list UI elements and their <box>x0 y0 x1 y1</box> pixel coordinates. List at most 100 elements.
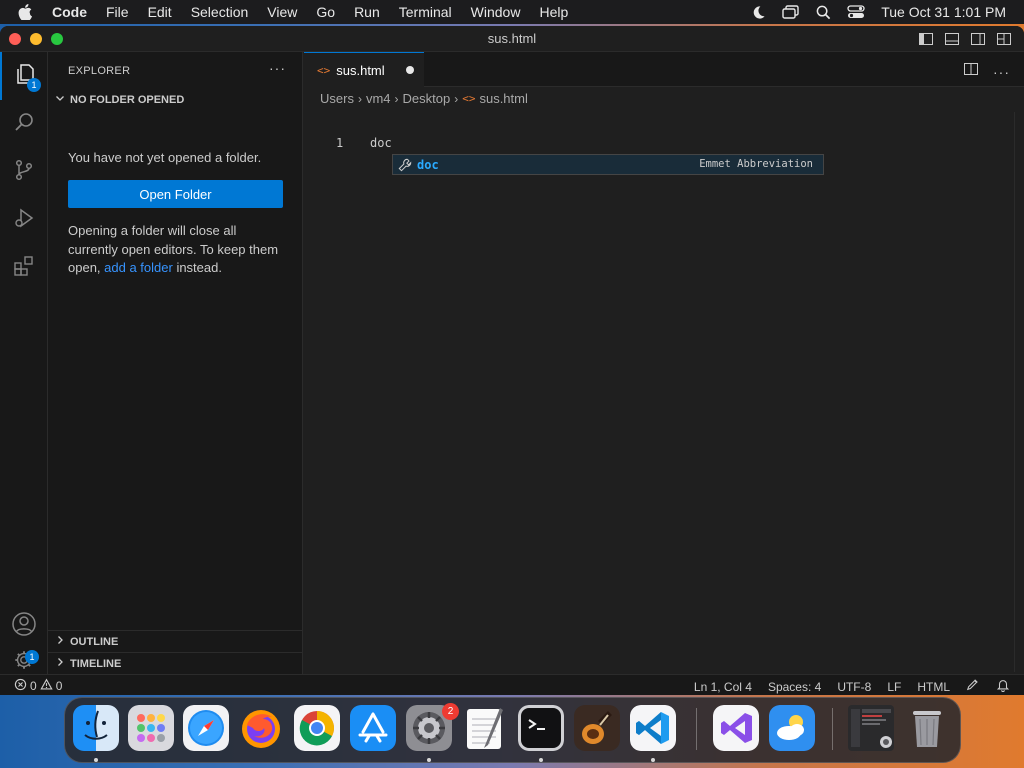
activity-accounts[interactable] <box>0 602 48 650</box>
suggestion-label[interactable]: doc <box>417 158 439 172</box>
split-editor-icon[interactable] <box>963 61 979 82</box>
run-debug-icon <box>12 206 36 235</box>
chevron-down-icon <box>54 92 66 107</box>
menu-run[interactable]: Run <box>354 4 380 20</box>
menu-window[interactable]: Window <box>471 4 521 20</box>
app-store-app-icon[interactable] <box>350 705 396 751</box>
menu-app-code[interactable]: Code <box>52 4 87 20</box>
textedit-app-icon[interactable] <box>462 705 508 751</box>
screen-mirroring-icon[interactable] <box>782 5 800 19</box>
toggle-secondary-sidebar-icon[interactable] <box>970 31 986 47</box>
code-line[interactable]: doc <box>370 136 392 150</box>
editor-vertical-scrollbar[interactable] <box>1014 112 1024 672</box>
suggest-widget[interactable]: doc Emmet Abbreviation <box>392 154 824 175</box>
dock-separator <box>696 708 697 750</box>
apple-menu-icon[interactable] <box>18 4 34 20</box>
control-center-icon[interactable] <box>847 5 865 19</box>
account-icon <box>11 611 37 642</box>
folder-hint-after: instead. <box>172 260 222 275</box>
breadcrumb: Users › vm4 › Desktop › <> sus.html <box>320 91 528 106</box>
unsaved-dot-icon[interactable] <box>406 66 414 74</box>
error-count: 0 <box>30 679 37 693</box>
add-folder-link[interactable]: add a folder <box>104 260 173 275</box>
focus-moon-icon[interactable] <box>751 5 766 20</box>
firefox-app-icon[interactable] <box>238 705 284 751</box>
indentation[interactable]: Spaces: 4 <box>768 680 821 694</box>
notifications-bell-icon[interactable] <box>996 678 1010 695</box>
open-folder-button[interactable]: Open Folder <box>68 180 283 208</box>
terminal-app-icon[interactable] <box>518 705 564 751</box>
problems-status[interactable]: 0 0 <box>14 678 62 694</box>
chevron-right-icon: › <box>394 91 399 106</box>
activity-explorer[interactable]: 1 <box>0 52 48 100</box>
menu-go[interactable]: Go <box>316 4 335 20</box>
toggle-primary-sidebar-icon[interactable] <box>918 31 934 47</box>
explorer-badge: 1 <box>27 78 41 92</box>
minimize-window-button[interactable] <box>30 33 42 45</box>
no-folder-message: You have not yet opened a folder. <box>68 150 262 165</box>
html-file-icon: <> <box>317 63 331 77</box>
visual-studio-app-icon[interactable] <box>713 705 759 751</box>
menu-file[interactable]: File <box>106 4 129 20</box>
launchpad-app-icon[interactable] <box>128 705 174 751</box>
html-file-icon: <> <box>462 92 476 105</box>
suggestion-detail: Emmet Abbreviation <box>699 158 813 170</box>
toggle-panel-icon[interactable] <box>944 31 960 47</box>
activity-source-control[interactable] <box>0 148 48 196</box>
encoding[interactable]: UTF-8 <box>837 680 871 694</box>
dock-separator <box>832 708 833 750</box>
spotlight-search-icon[interactable] <box>816 5 831 20</box>
outline-section-header[interactable]: OUTLINE <box>48 630 303 652</box>
explorer-more-actions-button[interactable]: ··· <box>269 60 286 76</box>
menu-help[interactable]: Help <box>539 4 568 20</box>
search-icon <box>12 110 36 139</box>
menu-terminal[interactable]: Terminal <box>399 4 452 20</box>
window-titlebar: sus.html <box>0 26 1024 52</box>
close-window-button[interactable] <box>9 33 21 45</box>
safari-app-icon[interactable] <box>183 705 229 751</box>
more-actions-icon[interactable]: ··· <box>993 64 1010 80</box>
activity-bar: 1 1 <box>0 52 48 674</box>
menu-selection[interactable]: Selection <box>191 4 249 20</box>
layout-controls <box>918 31 1012 47</box>
garageband-app-icon[interactable] <box>574 705 620 751</box>
breadcrumb-file[interactable]: sus.html <box>479 91 527 106</box>
language-mode[interactable]: HTML <box>917 680 950 694</box>
finder-app-icon[interactable] <box>73 705 119 751</box>
activity-extensions[interactable] <box>0 244 48 292</box>
tab-label: sus.html <box>336 62 385 78</box>
zoom-window-button[interactable] <box>51 33 63 45</box>
timeline-section-header[interactable]: TIMELINE <box>48 652 303 674</box>
breadcrumb-users[interactable]: Users <box>320 91 354 106</box>
minimized-window-thumbnail[interactable] <box>848 705 894 751</box>
feedback-icon[interactable] <box>966 678 980 695</box>
end-of-line[interactable]: LF <box>887 680 901 694</box>
menu-edit[interactable]: Edit <box>148 4 172 20</box>
chevron-right-icon <box>54 634 66 649</box>
warning-icon <box>40 678 53 694</box>
wrench-icon <box>398 158 412 172</box>
window-title: sus.html <box>487 31 537 46</box>
breadcrumb-vm4[interactable]: vm4 <box>366 91 391 106</box>
activity-manage[interactable]: 1 <box>0 650 48 674</box>
cursor-position[interactable]: Ln 1, Col 4 <box>694 680 752 694</box>
chevron-right-icon: › <box>454 91 459 106</box>
weather-app-icon[interactable] <box>769 705 815 751</box>
customize-layout-icon[interactable] <box>996 31 1012 47</box>
menubar-clock[interactable]: Tue Oct 31 1:01 PM <box>881 4 1006 20</box>
editor-area: <> sus.html ··· Users › vm4 › Desktop › … <box>304 52 1024 674</box>
macos-dock: 2 <box>64 697 961 763</box>
window-controls <box>9 33 63 45</box>
menu-view[interactable]: View <box>267 4 297 20</box>
vscode-app-icon[interactable] <box>630 705 676 751</box>
tab-sus-html[interactable]: <> sus.html <box>304 52 424 87</box>
chrome-app-icon[interactable] <box>294 705 340 751</box>
breadcrumb-desktop[interactable]: Desktop <box>403 91 451 106</box>
macos-menubar: Code File Edit Selection View Go Run Ter… <box>0 0 1024 24</box>
trash-icon[interactable] <box>904 705 950 751</box>
activity-run-debug[interactable] <box>0 196 48 244</box>
extensions-icon <box>12 254 36 283</box>
timeline-label: TIMELINE <box>70 657 122 670</box>
no-folder-section-header[interactable]: NO FOLDER OPENED <box>54 92 184 107</box>
activity-search[interactable] <box>0 100 48 148</box>
